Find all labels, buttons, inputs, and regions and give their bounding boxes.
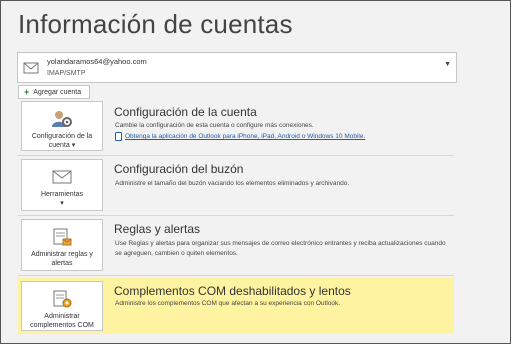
plus-icon: + [24, 86, 30, 97]
outlook-mobile-link-text[interactable]: Obtenga la aplicación de Outlook para iP… [125, 133, 365, 140]
account-email: yolandaramos64@yahoo.com [47, 57, 147, 66]
divider [18, 275, 454, 276]
rules-alerts-section: Administrar reglas y alertas Reglas y al… [18, 217, 454, 273]
add-account-label: Agregar cuenta [33, 88, 82, 96]
com-addins-section: Administrar complementos COM Complemento… [18, 278, 454, 334]
account-settings-tile-label: Configuración de la cuenta ▾ [31, 133, 93, 149]
com-addins-description: Administre los complementos COM que afec… [115, 300, 341, 307]
account-selector[interactable]: yolandaramos64@yahoo.com IMAP/SMTP ▼ [17, 52, 457, 83]
mailbox-settings-title: Configuración del buzón [114, 162, 244, 176]
tools-tile-label: Herramientas [40, 191, 83, 198]
chevron-down-icon[interactable]: ▼ [444, 61, 451, 68]
rules-alerts-title: Reglas y alertas [114, 222, 201, 236]
manage-rules-alerts-button[interactable]: Administrar reglas y alertas [21, 219, 103, 271]
page-title: Información de cuentas [18, 9, 293, 39]
account-settings-title: Configuración de la cuenta [114, 105, 257, 119]
phone-icon [115, 132, 122, 141]
tools-button[interactable]: Herramientas ▾ [21, 159, 103, 211]
account-settings-icon [52, 111, 72, 127]
com-addins-title: Complementos COM deshabilitados y lentos [114, 284, 351, 298]
manage-com-addins-button[interactable]: Administrar complementos COM [21, 281, 103, 331]
mailbox-settings-section: Herramientas ▾ Configuración del buzón A… [18, 157, 454, 213]
add-account-button[interactable]: + Agregar cuenta [18, 85, 90, 99]
account-type: IMAP/SMTP [47, 70, 86, 77]
chevron-down-icon: ▾ [60, 200, 64, 207]
divider [18, 215, 454, 216]
outlook-mobile-link[interactable]: Obtenga la aplicación de Outlook para iP… [115, 132, 365, 141]
rules-alerts-icon [53, 228, 72, 246]
manage-rules-tile-label: Administrar reglas y alertas [31, 251, 93, 267]
tools-icon [52, 170, 72, 184]
manage-com-addins-tile-label: Administrar complementos COM [30, 313, 94, 329]
rules-alerts-description: Use Reglas y alertas para organizar sus … [115, 240, 446, 257]
mailbox-settings-description: Administre el tamaño del buzón vaciando … [115, 180, 350, 187]
account-settings-section: Configuración de la cuenta ▾ Configuraci… [18, 101, 454, 153]
backstage-panel: Información de cuentas yolandaramos64@ya… [0, 0, 511, 344]
com-addins-icon [53, 290, 72, 308]
account-settings-button[interactable]: Configuración de la cuenta ▾ [21, 101, 103, 151]
divider [18, 155, 454, 156]
account-settings-description: Cambie la configuración de esta cuenta o… [115, 122, 314, 129]
mail-account-icon [23, 62, 39, 74]
